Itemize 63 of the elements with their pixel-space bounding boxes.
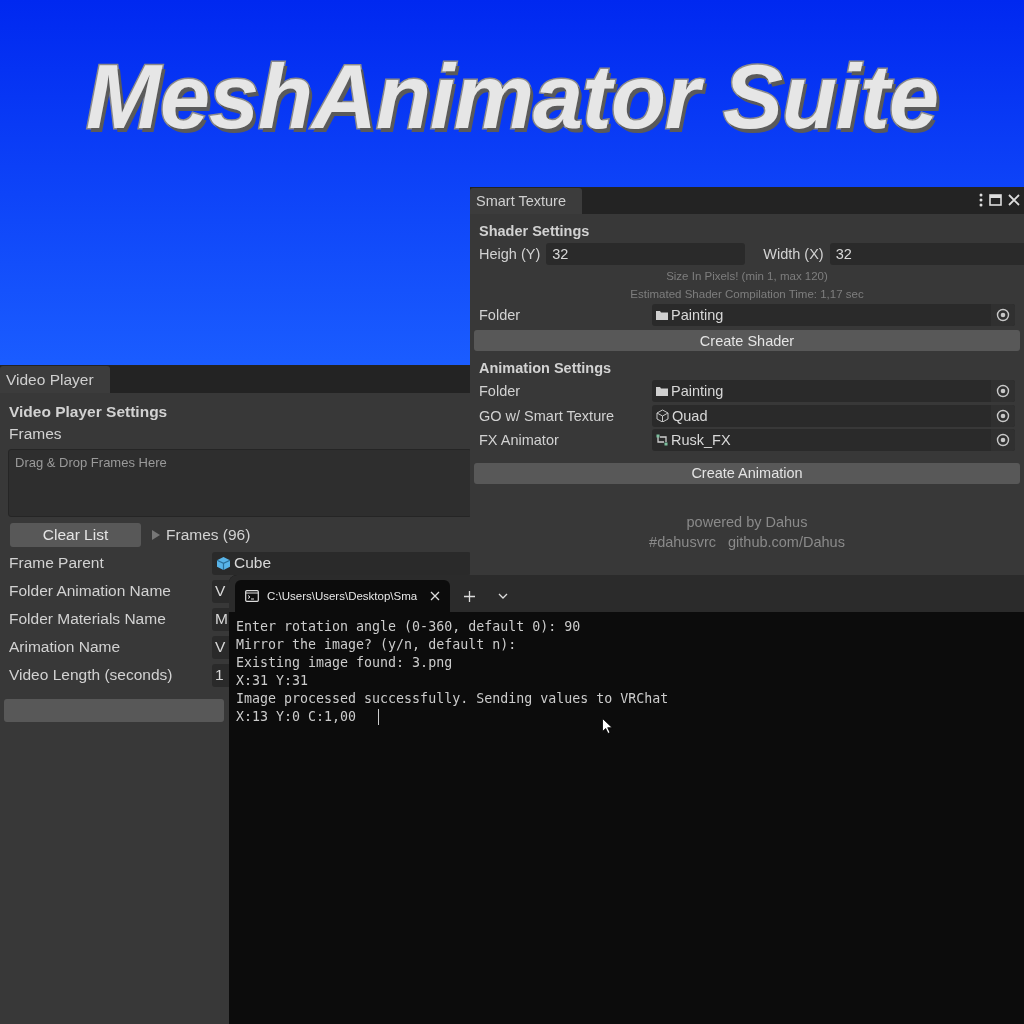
chevron-down-icon[interactable] bbox=[498, 593, 508, 599]
create-shader-button[interactable]: Create Shader bbox=[474, 330, 1020, 351]
window-tab[interactable]: Smart Texture bbox=[470, 188, 582, 214]
drop-area[interactable]: Drag & Drop Frames Here bbox=[8, 449, 472, 517]
text-field[interactable]: V bbox=[212, 635, 229, 659]
text-field[interactable]: M bbox=[212, 607, 229, 631]
field-label: Folder bbox=[479, 383, 521, 400]
object-picker-icon bbox=[996, 408, 1010, 423]
text-field[interactable]: 1 bbox=[212, 663, 229, 687]
section-heading: Shader Settings bbox=[478, 222, 591, 241]
window-tab[interactable]: Video Player bbox=[0, 366, 110, 393]
hint-text: Size In Pixels! (min 1, max 120) bbox=[665, 268, 829, 284]
mouse-pointer-icon bbox=[602, 718, 613, 734]
field-label: Folder bbox=[479, 306, 521, 323]
clear-list-button[interactable]: Clear List bbox=[10, 523, 141, 547]
frames-foldout[interactable]: Frames (96) bbox=[151, 526, 251, 544]
console-line: X:31 Y:31 bbox=[236, 672, 309, 690]
create-animation-button[interactable]: Create Animation bbox=[474, 462, 1020, 484]
field-label: Arimation Name bbox=[9, 638, 122, 656]
folder-icon bbox=[656, 309, 668, 320]
input-field[interactable]: 32 bbox=[546, 243, 746, 266]
close-icon[interactable] bbox=[1008, 194, 1020, 206]
node-graph-icon bbox=[656, 434, 668, 447]
terminal-icon bbox=[245, 590, 259, 602]
object-field[interactable]: Cube bbox=[212, 551, 471, 575]
field-label: GO w/ Smart Texture bbox=[479, 407, 615, 424]
console-line: Image processed successfully. Sending values to VRChat bbox=[236, 690, 669, 708]
field-label: Folder Animation Name bbox=[9, 582, 172, 600]
field-label: Frames bbox=[8, 424, 63, 444]
hint-text: Estimated Shader Compilation Time: 1,17 sec bbox=[629, 286, 865, 302]
console-line: Mirror the image? (y/n, default n): bbox=[236, 636, 517, 654]
text-field[interactable]: V bbox=[212, 579, 229, 603]
field-label: Folder Materials Name bbox=[9, 610, 167, 628]
field-label: Frame Parent bbox=[9, 554, 105, 572]
cube-icon bbox=[216, 555, 231, 571]
folder-icon bbox=[656, 386, 668, 397]
object-picker-icon bbox=[996, 384, 1010, 399]
console-line: Enter rotation angle (0-360, default 0): 90 bbox=[236, 618, 581, 636]
object-field[interactable]: Painting bbox=[652, 303, 1015, 326]
terminal-tab[interactable]: C:\Users\Users\Desktop\Sma bbox=[235, 580, 450, 612]
section-heading: Animation Settings bbox=[478, 359, 613, 378]
credit-text: powered by Dahus bbox=[686, 513, 808, 530]
banner-title: MeshAnimator Suite bbox=[85, 48, 939, 147]
close-icon[interactable] bbox=[430, 591, 440, 601]
field-label: FX Animator bbox=[479, 432, 559, 449]
more-options-icon[interactable] bbox=[979, 193, 983, 207]
console-line: Existing image found: 3.png bbox=[236, 654, 453, 672]
section-heading: Video Player Settings bbox=[8, 402, 169, 422]
text-cursor bbox=[378, 709, 380, 725]
input-field[interactable]: 32 bbox=[829, 243, 1024, 266]
collapsed-triangle-icon bbox=[151, 530, 161, 540]
object-picker-icon bbox=[996, 433, 1010, 448]
new-tab-icon[interactable] bbox=[463, 590, 475, 602]
maximize-icon[interactable] bbox=[989, 194, 1002, 206]
object-field[interactable]: Quad bbox=[652, 404, 1015, 427]
object-field[interactable]: Painting bbox=[652, 380, 1015, 403]
object-field[interactable]: Rusk_FX bbox=[652, 429, 1015, 452]
field-label: Video Length (seconds) bbox=[9, 666, 174, 684]
object-picker-icon bbox=[996, 307, 1010, 322]
field-label: Heigh (Y) bbox=[479, 246, 541, 263]
console-line: X:13 Y:0 C:1,00 bbox=[236, 708, 357, 726]
field-label: Width (X) bbox=[763, 246, 824, 263]
cube-icon bbox=[656, 409, 669, 423]
